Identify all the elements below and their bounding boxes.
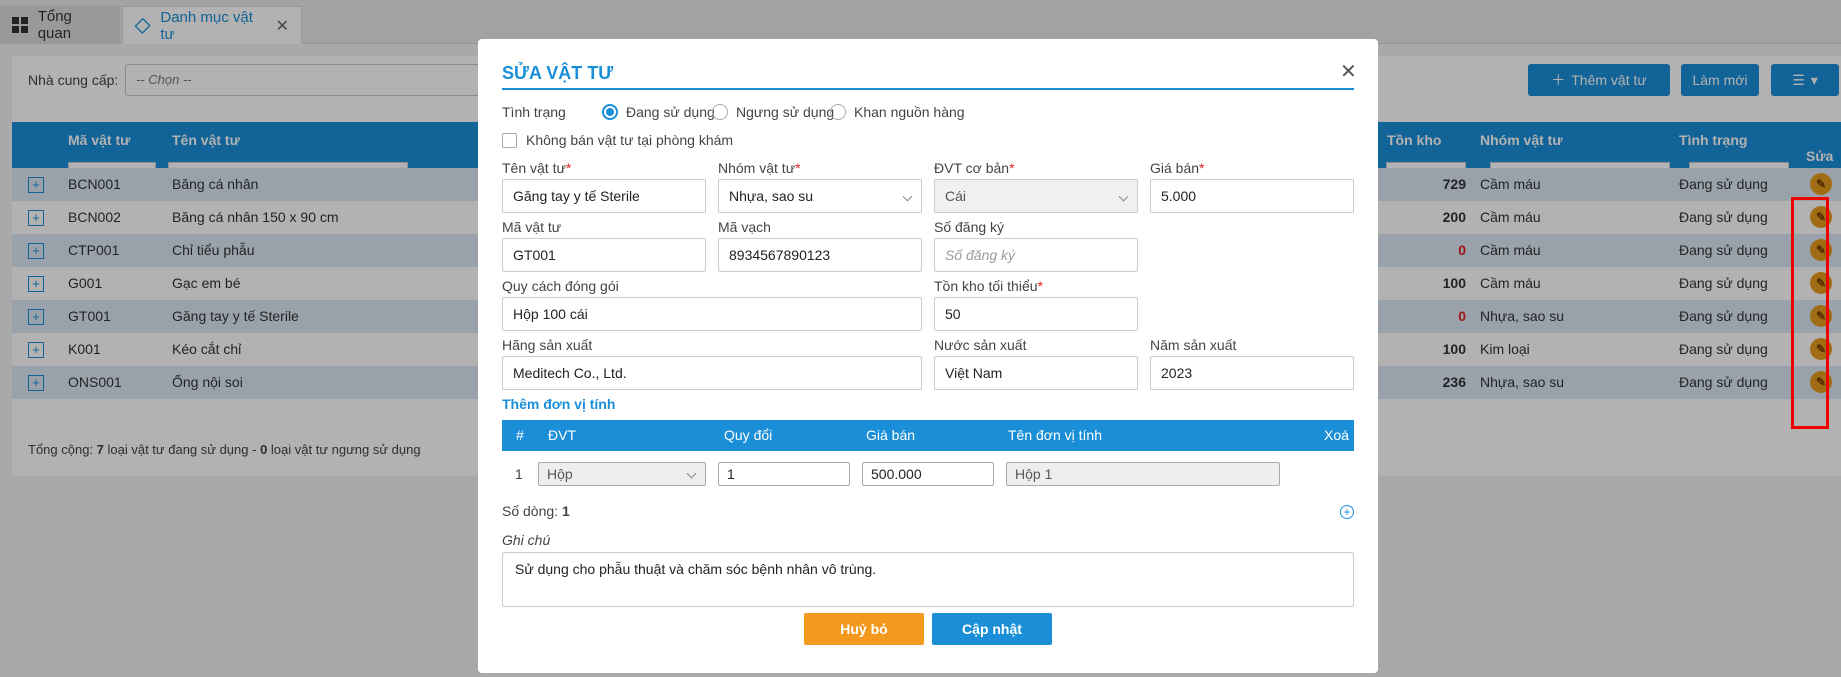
manufacturer-label: Hãng sản xuất	[502, 337, 593, 353]
chevron-down-icon	[902, 191, 913, 202]
barcode-input[interactable]: 8934567890123	[718, 238, 922, 272]
chevron-down-icon	[1118, 191, 1129, 202]
packing-input[interactable]: Hộp 100 cái	[502, 297, 922, 331]
manufacturer-input[interactable]: Meditech Co., Ltd.	[502, 356, 922, 390]
row-count-label: Số dòng:	[502, 503, 562, 519]
radio-scarce-label[interactable]: Khan nguồn hàng	[854, 104, 965, 120]
unit-col-name: Tên đơn vị tính	[1008, 427, 1103, 443]
edit-material-modal: SỬA VẬT TƯ ✕ Tình trạng Đang sử dụng Ngư…	[478, 39, 1378, 673]
update-button[interactable]: Cập nhật	[932, 613, 1052, 645]
year-label: Năm sản xuất	[1150, 337, 1237, 353]
radio-inactive[interactable]	[712, 104, 728, 120]
unit-row-unit-value: Hộp	[547, 466, 573, 482]
chevron-down-icon	[686, 468, 697, 479]
close-icon[interactable]: ✕	[1340, 59, 1357, 84]
add-unit-title[interactable]: Thêm đơn vị tính	[502, 396, 615, 412]
country-input[interactable]: Việt Nam	[934, 356, 1138, 390]
country-label: Nước sản xuất	[934, 337, 1027, 353]
row-count-value: 1	[561, 503, 570, 519]
min-stock-input[interactable]: 50	[934, 297, 1138, 331]
group-select[interactable]: Nhựa, sao su	[718, 179, 922, 213]
status-label: Tình trạng	[502, 104, 566, 120]
no-sale-label[interactable]: Không bán vật tư tại phòng khám	[526, 132, 733, 148]
unit-col-delete: Xoá	[1324, 427, 1349, 443]
year-input[interactable]: 2023	[1150, 356, 1354, 390]
name-label: Tên vật tư*	[502, 160, 572, 176]
radio-active[interactable]	[602, 104, 618, 120]
note-textarea[interactable]: Sử dụng cho phẫu thuật và chăm sóc bệnh …	[502, 552, 1354, 607]
group-label-text: Nhóm vật tư	[718, 160, 796, 176]
unit-col-price: Giá bán	[866, 427, 916, 443]
unit-row-convert-input[interactable]: 1	[718, 462, 850, 486]
unit-value: Cái	[945, 188, 967, 204]
packing-label: Quy cách đóng gói	[502, 278, 619, 294]
unit-row-price-input[interactable]: 500.000	[862, 462, 994, 486]
reg-no-input[interactable]: Số đăng ký	[934, 238, 1138, 272]
radio-active-label[interactable]: Đang sử dụng	[626, 104, 715, 120]
unit-row-idx: 1	[515, 466, 523, 482]
unit-table-header: # ĐVT Quy đổi Giá bán Tên đơn vị tính Xo…	[502, 420, 1354, 451]
edit-column-highlight	[1791, 197, 1829, 429]
radio-inactive-label[interactable]: Ngưng sử dụng	[736, 104, 834, 120]
min-stock-label: Tồn kho tối thiểu*	[934, 278, 1043, 294]
unit-row-name-input: Hộp 1	[1006, 462, 1280, 486]
add-unit-row-icon[interactable]: +	[1340, 505, 1354, 519]
note-label: Ghi chú	[502, 532, 551, 548]
group-value: Nhựa, sao su	[729, 188, 814, 204]
row-count: Số dòng: 1	[502, 503, 570, 519]
unit-col-unit: ĐVT	[548, 427, 576, 443]
min-stock-label-text: Tồn kho tối thiểu	[934, 278, 1038, 294]
unit-select: Cái	[934, 179, 1138, 213]
name-label-text: Tên vật tư	[502, 160, 566, 176]
unit-label-text: ĐVT cơ bản	[934, 160, 1010, 176]
cancel-button[interactable]: Huỷ bỏ	[804, 613, 924, 645]
code-input[interactable]: GT001	[502, 238, 706, 272]
price-input[interactable]: 5.000	[1150, 179, 1354, 213]
reg-no-label: Số đăng ký	[934, 219, 1005, 235]
price-label-text: Giá bán	[1150, 160, 1200, 176]
name-input[interactable]: Găng tay y tế Sterile	[502, 179, 706, 213]
unit-row-unit-select[interactable]: Hộp	[538, 462, 706, 486]
group-label: Nhóm vật tư*	[718, 160, 801, 176]
unit-col-idx: #	[516, 427, 524, 443]
unit-label: ĐVT cơ bản*	[934, 160, 1015, 176]
barcode-label: Mã vạch	[718, 219, 771, 235]
title-underline	[502, 88, 1354, 90]
no-sale-checkbox[interactable]	[502, 133, 517, 148]
unit-col-convert: Quy đổi	[724, 427, 773, 443]
price-label: Giá bán*	[1150, 160, 1205, 176]
code-label: Mã vật tư	[502, 219, 562, 235]
modal-title: SỬA VẬT TƯ	[502, 63, 614, 83]
radio-scarce[interactable]	[830, 104, 846, 120]
